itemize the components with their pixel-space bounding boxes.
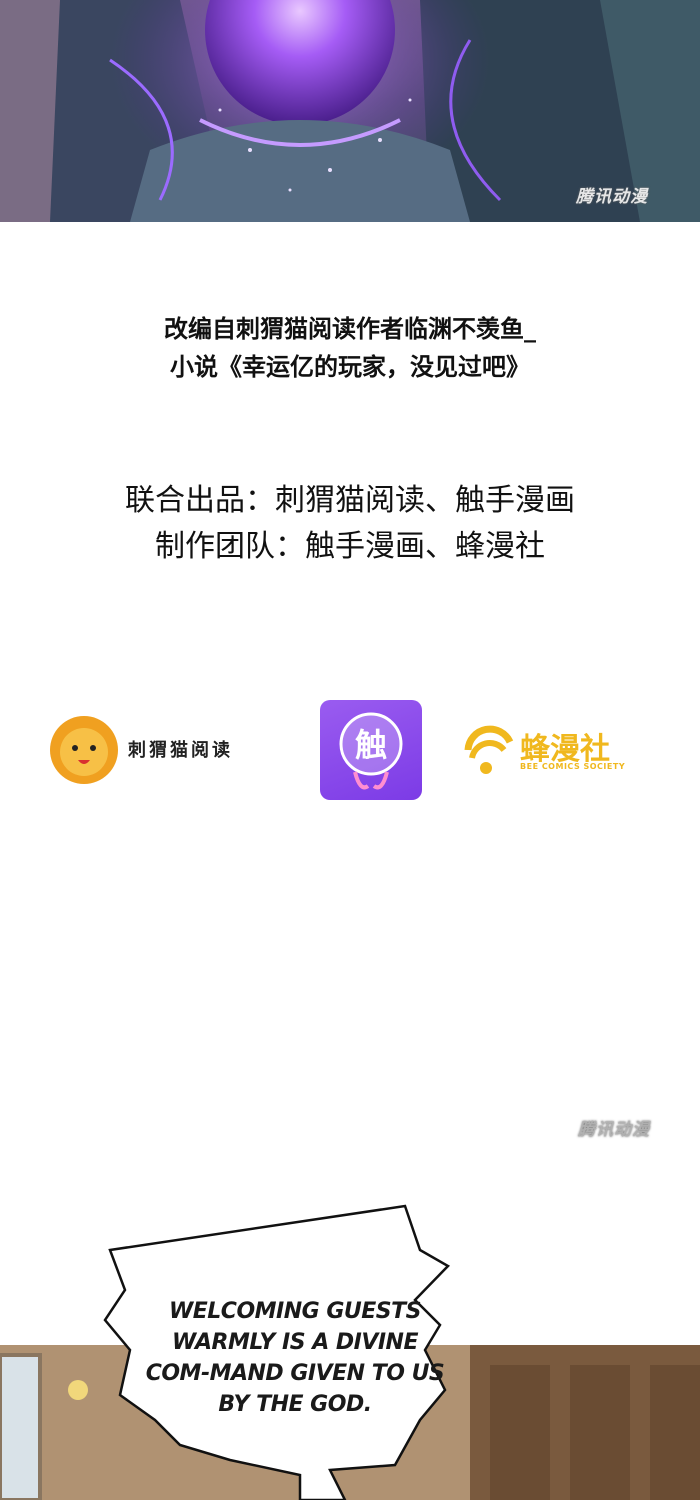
speech-bubble-text: WELCOMING GUESTS WARMLY IS A DIVINE COM-… bbox=[145, 1299, 445, 1417]
speech-bubble bbox=[103, 1204, 451, 1500]
